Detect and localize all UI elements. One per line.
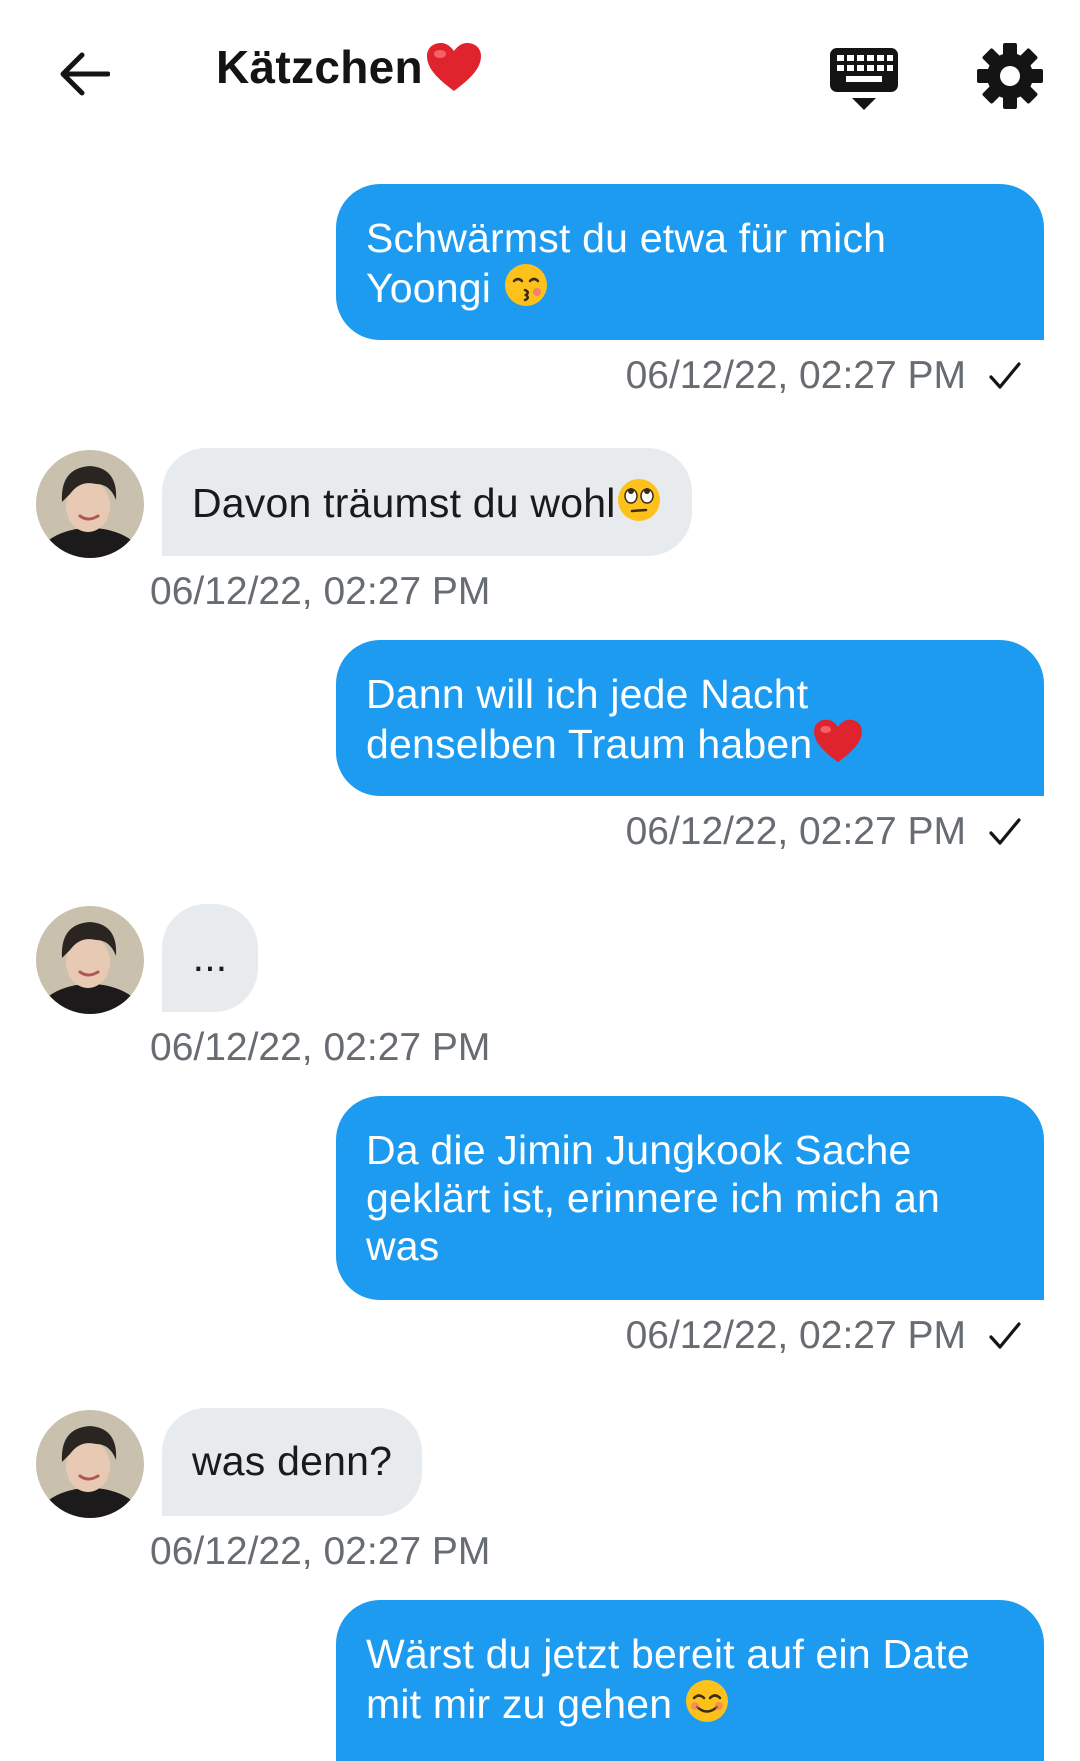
message-line: Dann will ich jede Nacht xyxy=(366,671,809,717)
message-line: Wärst du jetzt bereit auf ein Date xyxy=(366,1631,970,1677)
sent-check-icon xyxy=(988,361,1022,391)
message-timestamp: 06/12/22, 02:27 PM xyxy=(626,810,1022,854)
incoming-message[interactable]: Davon träumst du wohl xyxy=(162,448,692,556)
message-timestamp: 06/12/22, 02:27 PM xyxy=(150,1530,491,1573)
smiling-face-emoji xyxy=(684,1678,730,1734)
message-line: mit mir zu gehen xyxy=(366,1678,1014,1734)
message-timestamp: 06/12/22, 02:27 PM xyxy=(150,570,491,613)
message-timestamp: 06/12/22, 02:27 PM xyxy=(626,354,1022,398)
contact-name: Kätzchen xyxy=(216,41,423,93)
eye-roll-emoji xyxy=(616,477,662,533)
back-button[interactable] xyxy=(52,42,116,106)
keyboard-icon xyxy=(830,48,898,110)
message-line: Yoongi xyxy=(366,262,1014,318)
outgoing-message[interactable]: Dann will ich jede Nacht denselben Traum… xyxy=(336,640,1044,796)
message-line: was xyxy=(366,1223,440,1269)
heart-emoji xyxy=(425,41,483,93)
message-line: Da die Jimin Jungkook Sache xyxy=(366,1127,912,1173)
message-line: geklärt ist, erinnere ich mich an xyxy=(366,1175,941,1221)
keyboard-toggle-button[interactable] xyxy=(826,44,902,114)
heart-emoji xyxy=(812,718,864,774)
message-line: denselben Traum haben xyxy=(366,718,1014,774)
outgoing-message[interactable]: Da die Jimin Jungkook Sache geklärt ist,… xyxy=(336,1096,1044,1300)
gear-icon xyxy=(977,43,1043,109)
sent-check-icon xyxy=(988,817,1022,847)
settings-button[interactable] xyxy=(972,38,1048,114)
incoming-message[interactable]: was denn? xyxy=(162,1408,423,1516)
back-arrow-icon xyxy=(60,52,110,96)
incoming-message[interactable]: ... xyxy=(162,904,258,1012)
chat-header: Kätzchen xyxy=(0,0,1080,150)
outgoing-message[interactable]: Schwärmst du etwa für mich Yoongi xyxy=(336,184,1044,340)
message-timestamp: 06/12/22, 02:27 PM xyxy=(150,1026,491,1069)
chat-title: Kätzchen xyxy=(216,40,483,94)
contact-avatar[interactable] xyxy=(36,906,144,1014)
sent-check-icon xyxy=(988,1321,1022,1351)
message-line: Schwärmst du etwa für mich xyxy=(366,215,887,261)
kissing-face-emoji xyxy=(503,262,549,318)
contact-avatar[interactable] xyxy=(36,450,144,558)
message-timestamp: 06/12/22, 02:27 PM xyxy=(626,1314,1022,1358)
contact-avatar[interactable] xyxy=(36,1410,144,1518)
outgoing-message[interactable]: Wärst du jetzt bereit auf ein Date mit m… xyxy=(336,1600,1044,1761)
